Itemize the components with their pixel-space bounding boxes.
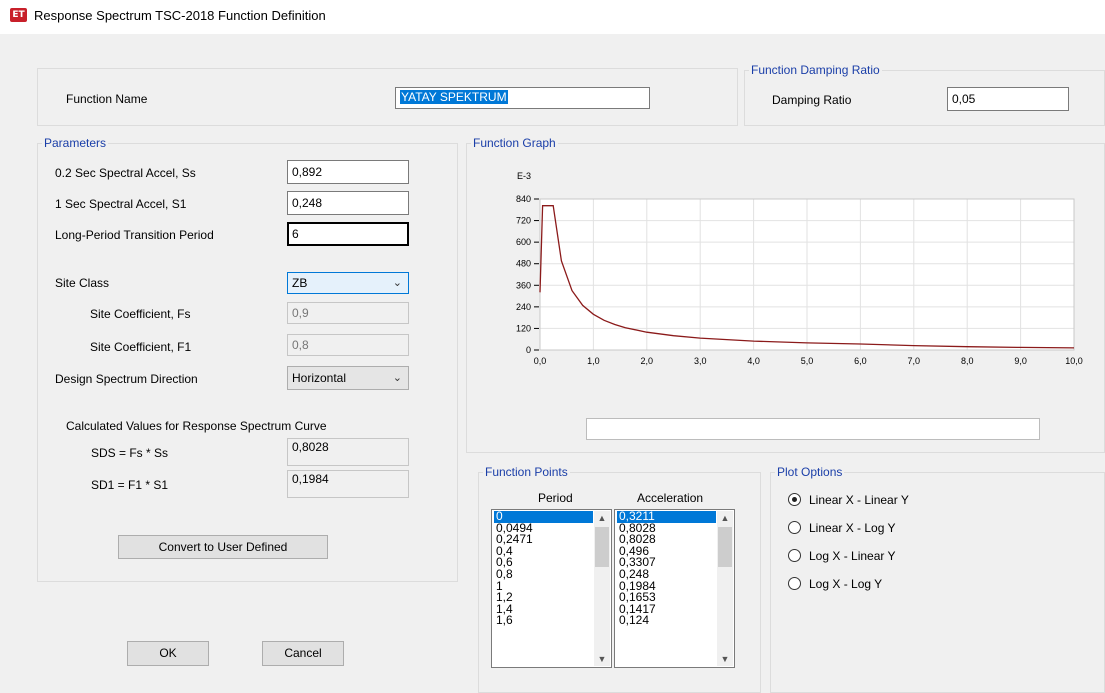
acceleration-scrollbar[interactable]: ▲ ▼ (717, 511, 733, 666)
y-tick-label: 840 (516, 194, 531, 204)
scroll-down-icon[interactable]: ▼ (594, 652, 610, 666)
s1-label: 1 Sec Spectral Accel, S1 (55, 197, 187, 211)
function-graph-chart: 0,0 1,0 2,0 3,0 4,0 5,0 6,0 7,0 8,0 9,0 10,0 0 120 24… (516, 171, 1083, 366)
sds-label: SDS = Fs * Ss (91, 446, 169, 460)
y-tick-label: 720 (516, 216, 531, 226)
function-graph-group-title: Function Graph (471, 136, 558, 150)
damping-ratio-input[interactable]: 0,05 (947, 87, 1069, 111)
scroll-thumb[interactable] (595, 527, 609, 567)
period-header: Period (538, 491, 573, 505)
site-class-label: Site Class (55, 276, 110, 290)
x-tick-label: 4,0 (747, 356, 760, 366)
damping-group-title: Function Damping Ratio (749, 63, 882, 77)
tl-label: Long-Period Transition Period (55, 228, 214, 242)
f1-field: 0,8 (287, 334, 409, 356)
x-tick-label: 2,0 (641, 356, 654, 366)
y-tick-label: 600 (516, 237, 531, 247)
period-listbox[interactable]: 0 0,0494 0,2471 0,4 0,6 0,8 1 1,2 1,4 1,6 ▲ ▼ (491, 509, 612, 668)
period-scrollbar[interactable]: ▲ ▼ (594, 511, 610, 666)
list-item[interactable]: 1,6 (494, 615, 593, 627)
site-class-value: ZB (292, 276, 308, 290)
period-list: 0 0,0494 0,2471 0,4 0,6 0,8 1 1,2 1,4 1,6 (494, 510, 593, 627)
scroll-thumb[interactable] (718, 527, 732, 567)
x-tick-label: 6,0 (854, 356, 867, 366)
function-name-label: Function Name (66, 92, 148, 106)
fs-field: 0,9 (287, 302, 409, 324)
direction-select[interactable]: Horizontal ⌄ (287, 366, 409, 390)
y-tick-label: 0 (526, 345, 531, 355)
scroll-up-icon[interactable]: ▲ (594, 511, 610, 525)
etabs-app-icon: ET (10, 8, 27, 22)
y-tick-label: 360 (516, 280, 531, 290)
s1-input[interactable]: 0,248 (287, 191, 409, 215)
damping-ratio-label: Damping Ratio (772, 93, 852, 107)
site-class-select[interactable]: ZB ⌄ (287, 272, 409, 294)
acceleration-header: Acceleration (637, 491, 704, 505)
title-bar[interactable]: ET Response Spectrum TSC-2018 Function D… (0, 0, 1105, 34)
parameters-group-title: Parameters (42, 136, 109, 150)
fs-label: Site Coefficient, Fs (90, 307, 191, 321)
sds-field: 0,8028 (287, 438, 409, 466)
y-tick-label: 240 (516, 302, 531, 312)
ok-button[interactable]: OK (127, 641, 209, 666)
direction-label: Design Spectrum Direction (55, 372, 198, 386)
window-title: Response Spectrum TSC-2018 Function Defi… (34, 8, 326, 23)
function-points-group-title: Function Points (483, 465, 570, 479)
calc-heading: Calculated Values for Response Spectrum … (66, 419, 327, 433)
scroll-down-icon[interactable]: ▼ (717, 652, 733, 666)
plot-options-group-title: Plot Options (775, 465, 845, 479)
x-tick-label: 5,0 (801, 356, 814, 366)
x-tick-label: 3,0 (694, 356, 707, 366)
sd1-label: SD1 = F1 * S1 (91, 478, 169, 492)
plot-option-radio-1[interactable] (788, 521, 801, 534)
plot-option-label-2[interactable]: Log X - Linear Y (809, 549, 896, 563)
acceleration-list: 0,3211 0,8028 0,8028 0,496 0,3307 0,248 0,1984… (617, 510, 716, 627)
y-tick-label: 120 (516, 323, 531, 333)
plot-option-radio-2[interactable] (788, 549, 801, 562)
x-tick-label: 1,0 (587, 356, 600, 366)
x-tick-label: 8,0 (961, 356, 974, 366)
sd1-field: 0,1984 (287, 470, 409, 498)
plot-option-radio-3[interactable] (788, 577, 801, 590)
x-tick-label: 0,0 (534, 356, 547, 366)
y-tick-label: 480 (516, 259, 531, 269)
list-item[interactable]: 0,8 (494, 568, 593, 581)
chevron-down-icon: ⌄ (392, 372, 402, 384)
function-name-value: YATAY SPEKTRUM (400, 90, 508, 104)
plot-option-label-1[interactable]: Linear X - Log Y (809, 521, 896, 535)
y-exponent-label: E-3 (517, 171, 531, 181)
f1-label: Site Coefficient, F1 (90, 340, 192, 354)
direction-value: Horizontal (292, 371, 347, 385)
graph-status-bar (586, 418, 1040, 440)
convert-to-user-defined-button[interactable]: Convert to User Defined (118, 535, 328, 559)
tl-input[interactable]: 6 (287, 222, 409, 246)
plot-option-label-3[interactable]: Log X - Log Y (809, 577, 882, 591)
x-tick-label: 9,0 (1014, 356, 1027, 366)
function-name-input[interactable]: YATAY SPEKTRUM (395, 87, 650, 109)
acceleration-listbox[interactable]: 0,3211 0,8028 0,8028 0,496 0,3307 0,248 0,1984… (614, 509, 735, 668)
ss-input[interactable]: 0,892 (287, 160, 409, 184)
chevron-down-icon: ⌄ (392, 277, 402, 289)
ss-label: 0.2 Sec Spectral Accel, Ss (55, 166, 196, 180)
plot-option-radio-0[interactable] (788, 493, 801, 506)
list-item[interactable]: 0,124 (617, 615, 716, 627)
plot-option-label-0[interactable]: Linear X - Linear Y (809, 493, 909, 507)
cancel-button[interactable]: Cancel (262, 641, 344, 666)
x-tick-label: 7,0 (908, 356, 921, 366)
x-tick-label: 10,0 (1065, 356, 1083, 366)
scroll-up-icon[interactable]: ▲ (717, 511, 733, 525)
